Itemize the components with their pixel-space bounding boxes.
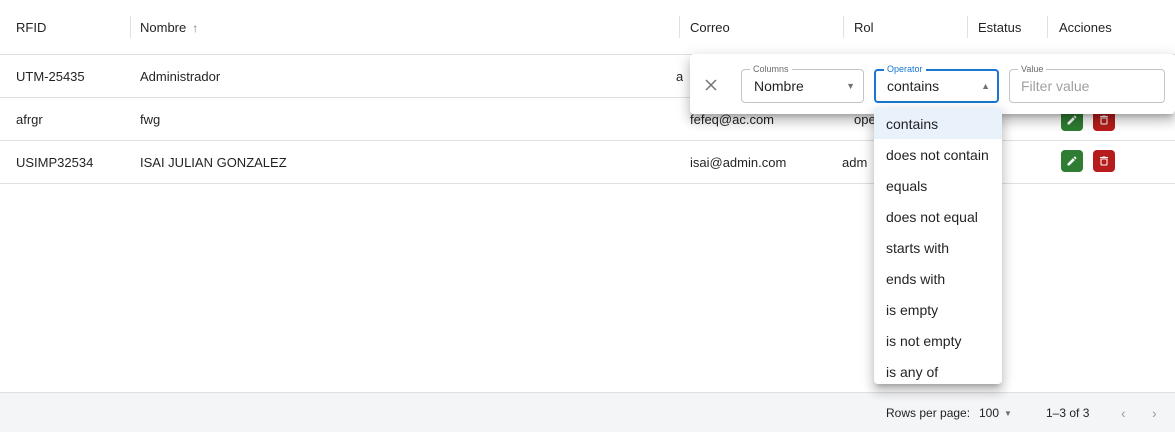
filter-panel: Columns Nombre ▼ Operator contains ▲ Val… (690, 54, 1175, 114)
cell-nombre: ISAI JULIAN GONZALEZ (140, 155, 287, 170)
column-header-rfid[interactable]: RFID (16, 0, 46, 55)
caret-down-icon: ▼ (1004, 408, 1012, 418)
column-separator[interactable] (843, 16, 844, 38)
close-icon[interactable] (700, 74, 722, 96)
column-separator[interactable] (967, 16, 968, 38)
operator-option-is-empty[interactable]: is empty (874, 294, 1002, 325)
cell-rfid: UTM-25435 (16, 69, 85, 84)
operator-option-contains[interactable]: contains (874, 108, 1002, 139)
cell-nombre: Administrador (140, 69, 221, 84)
caret-up-icon: ▲ (981, 81, 990, 91)
filter-operator-value: contains (887, 78, 940, 94)
column-header-acciones[interactable]: Acciones (1059, 0, 1112, 55)
cell-correo: isai@admin.com (690, 155, 787, 170)
edit-button[interactable] (1061, 150, 1083, 172)
chevron-left-icon[interactable]: ‹ (1121, 393, 1126, 432)
operator-option-equals[interactable]: equals (874, 170, 1002, 201)
arrow-up-icon[interactable]: ↑ (192, 21, 198, 35)
column-header-rol[interactable]: Rol (854, 0, 874, 55)
pencil-icon (1067, 156, 1077, 166)
filter-value-input[interactable] (1021, 76, 1161, 96)
column-separator[interactable] (1047, 16, 1048, 38)
filter-value-field[interactable]: Value (1009, 63, 1165, 103)
grid-header: RFID Nombre ↑ Correo Rol Estatus Accione… (0, 0, 1175, 55)
pagination-range: 1–3 of 3 (1046, 406, 1090, 420)
rows-per-page-label: Rows per page: (886, 406, 971, 420)
column-header-estatus[interactable]: Estatus (978, 0, 1021, 55)
column-separator[interactable] (130, 16, 131, 38)
operator-dropdown-menu: contains does not contain equals does no… (874, 108, 1002, 384)
column-header-nombre[interactable]: Nombre ↑ (140, 0, 198, 55)
operator-option-is-any-of[interactable]: is any of (874, 356, 1002, 387)
cell-rfid: afrgr (16, 112, 43, 127)
column-header-correo[interactable]: Correo (690, 0, 730, 55)
operator-option-does-not-equal[interactable]: does not equal (874, 201, 1002, 232)
filter-operator-select[interactable]: Operator contains ▲ (874, 63, 999, 103)
cell-rfid: USIMP32534 (16, 155, 94, 170)
cell-nombre: fwg (140, 112, 161, 127)
pencil-icon (1067, 115, 1077, 125)
column-separator[interactable] (679, 16, 680, 38)
caret-down-icon: ▼ (846, 81, 855, 91)
delete-button[interactable] (1093, 150, 1115, 172)
operator-option-does-not-contain[interactable]: does not contain (874, 139, 1002, 170)
chevron-right-icon[interactable]: › (1152, 393, 1157, 432)
operator-option-is-not-empty[interactable]: is not empty (874, 325, 1002, 356)
trash-icon (1100, 115, 1108, 125)
filter-columns-value: Nombre (754, 78, 804, 94)
operator-option-starts-with[interactable]: starts with (874, 232, 1002, 263)
grid-footer: Rows per page: 100 ▼ 1–3 of 3 ‹ › (0, 392, 1175, 432)
cell-rol: adm (842, 155, 868, 170)
rows-per-page-select[interactable]: 100 ▼ (979, 393, 1012, 432)
cell-correo: a (676, 69, 684, 84)
filter-value-label: Value (1018, 63, 1047, 75)
filter-columns-select[interactable]: Columns Nombre ▼ (741, 63, 864, 103)
trash-icon (1100, 156, 1108, 166)
operator-option-ends-with[interactable]: ends with (874, 263, 1002, 294)
